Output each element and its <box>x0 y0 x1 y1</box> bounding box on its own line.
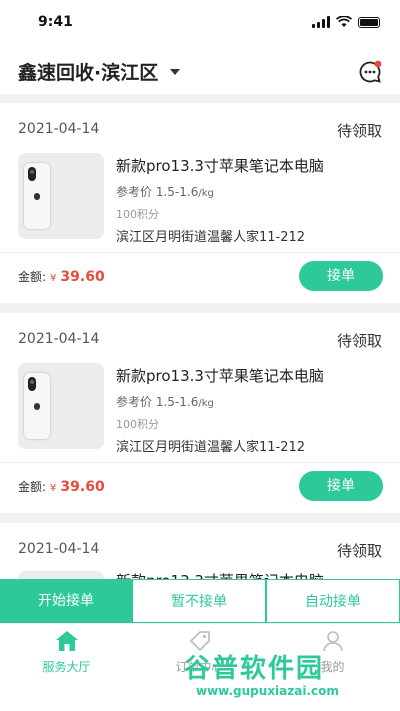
ref-price-label: 参考价 <box>116 395 153 409</box>
ref-price-unit: /kg <box>198 188 214 199</box>
amount-value: 39.60 <box>60 269 105 285</box>
order-status: 待领取 <box>336 542 382 560</box>
amount-label: 金额: <box>18 480 47 494</box>
divider <box>0 252 400 253</box>
currency-symbol: ¥ <box>50 273 57 284</box>
product-name: 新款pro13.3寸苹果笔记本电脑 <box>116 570 324 579</box>
watermark-title: 谷普软件园 <box>184 654 325 684</box>
page-title: 鑫速回收·滨江区 <box>18 62 159 84</box>
accept-order-button[interactable]: 接单 <box>299 261 383 291</box>
status-bar: 9:41 <box>0 0 400 44</box>
order-status: 待领取 <box>336 332 382 350</box>
status-time: 9:41 <box>38 14 73 30</box>
accept-order-button[interactable]: 接单 <box>299 471 383 501</box>
points: 100积分 <box>116 418 159 431</box>
order-date: 2021-04-14 <box>18 541 100 557</box>
address: 滨江区月明街道温馨人家11-212 <box>116 440 306 455</box>
app-header: 鑫速回收·滨江区 <box>0 44 400 94</box>
location-selector[interactable]: 鑫速回收·滨江区 <box>18 58 181 85</box>
battery-icon <box>358 16 380 28</box>
caret-down-icon <box>170 68 181 75</box>
points: 100积分 <box>116 208 159 221</box>
currency-symbol: ¥ <box>50 483 57 494</box>
product-image <box>18 571 104 579</box>
ref-price-label: 参考价 <box>116 185 153 199</box>
pause-accepting-button[interactable]: 暂不接单 <box>132 579 266 623</box>
amount-value: 39.60 <box>60 479 105 495</box>
ref-price-unit: /kg <box>198 398 214 409</box>
order-card[interactable]: 2021-04-14 待领取 新款pro13.3寸苹果笔记本电脑 参考价 1.5… <box>0 313 400 513</box>
divider <box>0 462 400 463</box>
amount-label: 金额: <box>18 270 47 284</box>
auto-accept-button[interactable]: 自动接单 <box>266 579 400 623</box>
order-status: 待领取 <box>336 122 382 140</box>
product-image <box>18 153 104 239</box>
product-name: 新款pro13.3寸苹果笔记本电脑 <box>116 367 324 385</box>
watermark-url: www.gupuxiazai.com <box>196 684 339 698</box>
reference-price: 参考价 1.5-1.6/kg <box>116 393 214 410</box>
wifi-icon <box>336 16 352 27</box>
reference-price: 参考价 1.5-1.6/kg <box>116 183 214 200</box>
product-name: 新款pro13.3寸苹果笔记本电脑 <box>116 157 324 175</box>
message-icon[interactable] <box>358 60 382 84</box>
status-icons <box>312 16 380 28</box>
product-image <box>18 363 104 449</box>
order-card[interactable]: 2021-04-14 待领取 新款pro13.3寸苹果笔记本电脑 <box>0 523 400 579</box>
order-date: 2021-04-14 <box>18 331 100 347</box>
ref-price-value: 1.5-1.6 <box>155 395 199 409</box>
order-action-bar: 开始接单 暂不接单 自动接单 <box>0 579 400 623</box>
amount-row: 金额: ¥ 39.60 <box>18 478 105 495</box>
tab-label: 服务大厅 <box>42 660 91 674</box>
address: 滨江区月明街道温馨人家11-212 <box>116 230 306 245</box>
home-icon <box>55 631 78 651</box>
amount-row: 金额: ¥ 39.60 <box>18 268 105 285</box>
signal-icon <box>312 16 330 28</box>
ref-price-value: 1.5-1.6 <box>155 185 199 199</box>
order-card[interactable]: 2021-04-14 待领取 新款pro13.3寸苹果笔记本电脑 参考价 1.5… <box>0 103 400 303</box>
start-accepting-button[interactable]: 开始接单 <box>0 579 132 623</box>
tab-service-hall[interactable]: 服务大厅 <box>0 630 133 675</box>
watermark: 谷普软件园 www.gupuxiazai.com <box>184 648 382 704</box>
order-date: 2021-04-14 <box>18 121 100 137</box>
